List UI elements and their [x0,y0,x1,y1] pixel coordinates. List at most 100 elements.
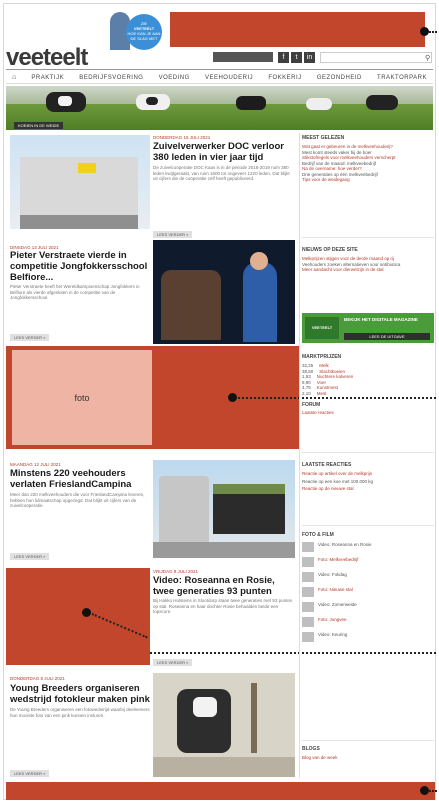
nav-item-voeding[interactable]: VOEDING [159,75,190,81]
digital-magazine-ad[interactable]: VEETEELT BEKIJK HET DIGITALE MAGAZINE LE… [302,313,434,343]
latest-link[interactable]: Reactie op artikel over de melkprijs [302,471,434,477]
bottom-banner-placeholder[interactable] [6,782,435,800]
news-title: NIEUWS OP DEZE SITE [302,247,358,253]
cow-patch [58,96,72,106]
prices-block: MARKTPRIJZEN 32,25 Melk 38,50 Slachtkoeien… [302,354,434,416]
photo-thumb [302,542,314,552]
article-image-cow-show[interactable] [153,240,295,344]
promo-badge[interactable]: ZIE VEETEELT HOE KAN JE AAN DE SLAG MET [110,10,162,50]
article-body: De Young Breeders organiseren een fotowe… [10,707,150,718]
price-value: 2,10 [302,390,311,396]
read-more-button[interactable]: LEES VERDER » [10,553,50,560]
photo-item-title[interactable]: Video: Zomerweide [318,602,357,608]
cow-shape [161,270,221,340]
sidebar-divider [302,740,434,741]
forum-title: FORUM [302,402,321,408]
article-meta: DONDERDAG 15 JULI 2021 [153,135,211,140]
article-meta: VRIJDAG 9 JULI 2021 [153,569,199,574]
person-head [250,252,268,270]
photo-item[interactable]: Video: Keuring [302,632,434,642]
photo-item-title[interactable]: Video: Keuring [318,632,347,638]
main-nav: ⌂ PRAKTIJK BEDRIJFSVOERING VOEDING VEEHO… [6,72,433,84]
read-more-button[interactable]: LEES VERDER » [10,334,50,341]
read-more-button[interactable]: LEES VERDER » [10,770,50,777]
nav-item-bedrijfsvoering[interactable]: BEDRIJFSVOERING [79,75,143,81]
article-body: Bij Hakko Holsteins in Slootdorp staan t… [153,598,293,614]
twitter-icon[interactable]: t [291,52,302,63]
photo-item[interactable]: Video: Fokdag [302,572,434,582]
price-label[interactable]: Mest [317,391,327,397]
popular-link[interactable]: Tips voor de weidegang [302,177,434,183]
building-base [20,215,138,229]
article-body: Meer dan 220 melkveehouders die voor Fri… [10,492,145,508]
article-image-calf[interactable] [153,673,295,777]
photo-item-title[interactable]: Foto: Nieuwe stal [318,587,353,593]
article-image-silo[interactable] [153,460,295,558]
forum-link[interactable]: Laatste reacties [302,410,434,416]
bottom-marker-dot [420,786,429,795]
banner-marker-line [429,31,437,33]
search-icon[interactable]: ⚲ [425,54,430,62]
photo-thumb [302,602,314,612]
latest-link[interactable]: Reactie op de nieuwe stal [302,486,434,492]
blogs-link[interactable]: Blog van de week [302,755,434,761]
article-title[interactable]: Young Breeders organiseren wedstrijd fot… [10,683,150,705]
news-block: NIEUWS OP DEZE SITE Melkprijzen stijgen … [302,247,434,273]
blogs-block: BLOGS Blog van de week [302,746,434,761]
nav-item-praktijk[interactable]: PRAKTIJK [31,75,64,81]
photo-thumb [302,617,314,627]
photo-item[interactable]: Video: Zomerweide [302,602,434,612]
photo-item-title[interactable]: Foto: Jongvee [318,617,347,623]
photo-item[interactable]: Foto: Jongvee [302,617,434,627]
article-title[interactable]: Video: Roseanna en Rosie, twee generatie… [153,575,295,597]
article-image-building[interactable] [10,135,150,229]
read-more-button[interactable]: LEES VERDER » [153,231,193,238]
banner-marker-dot [420,27,429,36]
site-logo[interactable]: veeteelt [6,44,88,72]
nav-item-fokkerij[interactable]: FOKKERIJ [268,75,301,81]
article-title[interactable]: Zuivelverwerker DOC verloor 380 leden in… [153,141,293,163]
photo-thumb [302,587,314,597]
header-divider [6,69,433,70]
home-icon[interactable]: ⌂ [12,74,16,81]
nav-item-veehouderij[interactable]: VEEHOUDERIJ [205,75,253,81]
ad-cta-button[interactable]: LEES DE UITGAVE [344,333,430,340]
latest-link[interactable]: Reactie op een koe met 100.000 kg [302,479,434,485]
column-divider [299,133,300,778]
article-title[interactable]: Pieter Verstraete vierde in competitie J… [10,250,150,283]
promo-line4: DE SLAG MET [130,36,158,41]
ground [153,542,295,558]
nav-item-traktorpark[interactable]: TRAKTORPARK [377,75,427,81]
search-input[interactable] [320,52,432,63]
blogs-title: BLOGS [302,746,320,752]
photo-item[interactable]: Foto: Melkveebedrijf [302,557,434,567]
cow-shape [236,96,266,110]
article-meta: DONDERDAG 8 JULI 2021 [10,676,65,681]
ad-logo: VEETEELT [305,317,339,339]
top-banner-placeholder[interactable] [170,12,425,47]
read-more-button[interactable]: LEES VERDER » [153,659,193,666]
ad-photo: foto [12,350,152,445]
photo-item-title[interactable]: Foto: Melkveebedrijf [318,557,359,563]
cow-shape [306,98,332,110]
prices-title: MARKTPRIJZEN [302,354,342,360]
sidebar-divider [302,237,434,238]
facebook-icon[interactable]: f [278,52,289,63]
photo-item[interactable]: Foto: Nieuwe stal [302,587,434,597]
calf-patch [193,697,217,717]
promo-circle: ZIE VEETEELT HOE KAN JE AAN DE SLAG MET [126,14,162,50]
news-link[interactable]: Meer aandacht voor dierwelzijn in de sta… [302,267,434,273]
photo-item[interactable]: Video: Roseanna en Rosie [302,542,434,552]
sidebar: MEEST GELEZEN Wat gaat er gebeuren in de… [302,135,434,183]
nav-item-gezondheid[interactable]: GEZONDHEID [317,75,362,81]
tree-line [213,484,285,494]
linkedin-icon[interactable]: in [304,52,315,63]
building-accent [78,163,96,173]
photo-item-title[interactable]: Video: Roseanna en Rosie [318,542,371,548]
toolbar-login[interactable] [213,52,273,62]
barn-shape [213,494,285,534]
article-meta: MAANDAG 12 JULI 2021 [10,462,61,467]
video-image-placeholder[interactable] [6,568,150,665]
photo-item-title[interactable]: Video: Fokdag [318,572,347,578]
article-title[interactable]: Minstens 220 veehouders verlaten Friesla… [10,468,150,490]
